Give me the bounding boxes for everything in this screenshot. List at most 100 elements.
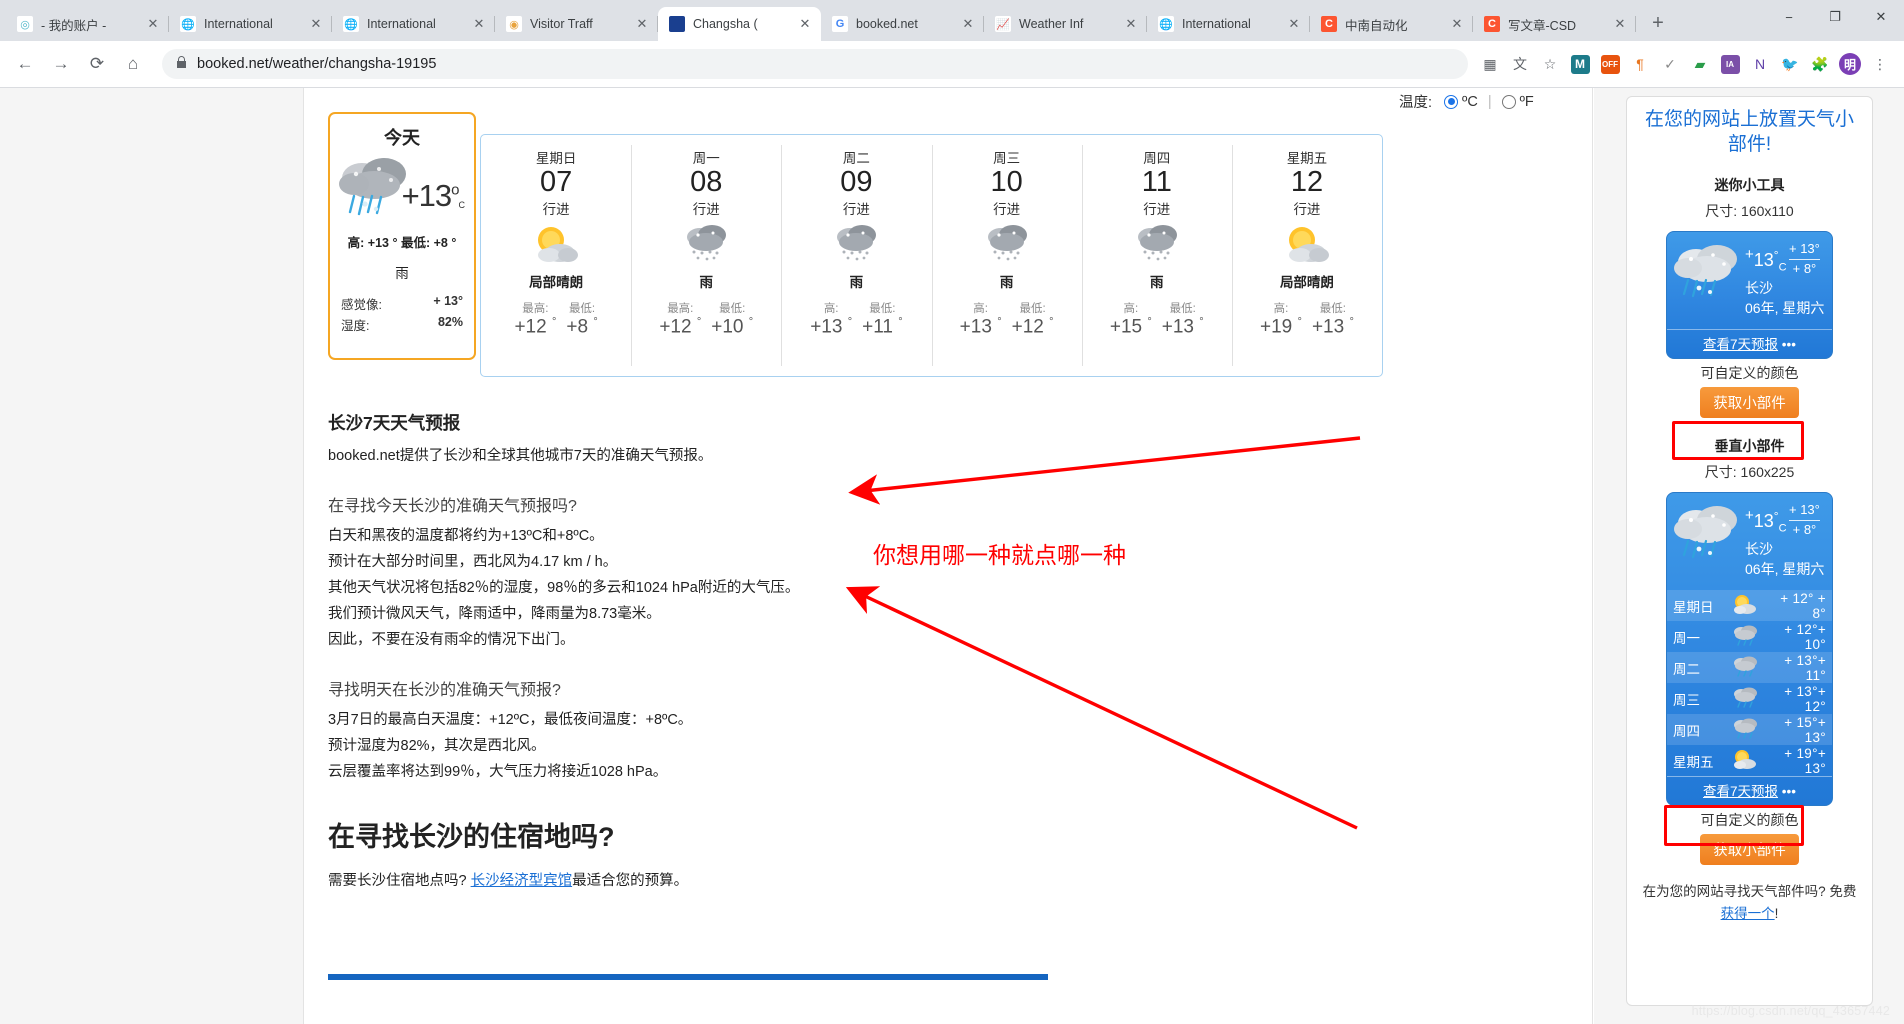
vertical-widget-preview[interactable]: +13°C + 13° + 8° 长沙 06年, 星期六 星期日+ 12° + … <box>1666 492 1833 806</box>
article-p3-3: 云层覆盖率将达到99％，大气压力将接近1028 hPa。 <box>328 759 1048 785</box>
back-button[interactable]: ← <box>10 49 40 79</box>
split-screen-icon[interactable]: ▦ <box>1476 50 1504 78</box>
tab-close-icon[interactable]: ✕ <box>308 16 324 32</box>
forecast-day-4[interactable]: 周四11行进雨高:+15 °最低:+13 ° <box>1082 135 1232 376</box>
tab-close-icon[interactable]: ✕ <box>1123 16 1139 32</box>
new-tab-button[interactable]: + <box>1644 10 1672 38</box>
forecast-day-2[interactable]: 周二09行进雨高:+13 °最低:+11 ° <box>781 135 931 376</box>
address-bar[interactable]: booked.net/weather/changsha-19195 <box>162 49 1468 79</box>
vertical-widget-date: 06年, 星期六 <box>1745 559 1824 579</box>
tab-close-icon[interactable]: ✕ <box>797 16 813 32</box>
unit-fahrenheit-option[interactable]: ºF <box>1502 94 1534 110</box>
toolbar-icons: ▦文☆MOFF¶✓▰IAN🐦🧩明⋮ <box>1476 50 1894 78</box>
tab-close-icon[interactable]: ✕ <box>1612 16 1628 32</box>
tab-close-icon[interactable]: ✕ <box>145 16 161 32</box>
forecast-low-label: 最低: <box>1012 300 1054 316</box>
extension-ia-icon[interactable]: IA <box>1716 50 1744 78</box>
today-feels-value: + 13° <box>433 294 463 313</box>
tab-close-icon[interactable]: ✕ <box>960 16 976 32</box>
today-temp-sign: + <box>402 178 419 213</box>
rain-cloud-icon <box>1725 686 1765 711</box>
fahrenheit-radio-icon[interactable] <box>1502 95 1516 109</box>
forecast-low-label: 最低: <box>1312 300 1354 316</box>
bookmark-star-icon[interactable]: ☆ <box>1536 50 1564 78</box>
google-icon: G <box>832 16 848 32</box>
minimize-button[interactable]: − <box>1766 0 1812 34</box>
mini-widget-current-temp: +13°C <box>1745 246 1787 274</box>
vertical-row-temps: + 15°+ 13° <box>1765 715 1826 745</box>
globe-icon: 🌐 <box>180 16 196 32</box>
unit-celsius-option[interactable]: ºC <box>1444 94 1478 110</box>
forecast-day-of-week: 周四 <box>1082 147 1232 167</box>
vertical-row-temps: + 13°+ 12° <box>1765 684 1826 714</box>
partly-sunny-icon <box>1232 221 1382 267</box>
forward-button[interactable]: → <box>46 49 76 79</box>
extension-bird-icon[interactable]: 🐦 <box>1776 50 1804 78</box>
tab-title: International <box>1182 17 1282 31</box>
extension-n-icon[interactable]: N <box>1746 50 1774 78</box>
article-p4-pre: 需要长沙住宿地点吗? <box>328 873 471 889</box>
get-one-free-link[interactable]: 获得一个 <box>1721 906 1775 921</box>
browser-tab-8[interactable]: C中南自动化✕ <box>1310 7 1473 41</box>
profile-avatar[interactable]: 明 <box>1836 50 1864 78</box>
extension-pilcrow-icon[interactable]: ¶ <box>1626 50 1654 78</box>
forecast-condition: 局部晴朗 <box>1232 271 1382 291</box>
extension-green-icon[interactable]: ▰ <box>1686 50 1714 78</box>
forecast-high-label: 高: <box>960 300 1002 316</box>
vertical-widget-footer-link[interactable]: 查看7天预报 ••• <box>1667 776 1832 805</box>
forecast-month: 行进 <box>1082 198 1232 218</box>
tab-close-icon[interactable]: ✕ <box>1449 16 1465 32</box>
extension-m-icon[interactable]: M <box>1566 50 1594 78</box>
forecast-day-of-week: 周三 <box>932 147 1082 167</box>
rain-cloud-icon <box>631 221 781 267</box>
tab-close-icon[interactable]: ✕ <box>1286 16 1302 32</box>
today-card[interactable]: 今天 <box>328 112 476 360</box>
forecast-day-3[interactable]: 周三10行进雨高:+13 °最低:+12 ° <box>932 135 1082 376</box>
forecast-day-0[interactable]: 星期日07行进局部晴朗最高:+12 °最低:+8 ° <box>481 135 631 376</box>
today-main: +13oC <box>330 154 474 228</box>
reload-button[interactable]: ⟳ <box>82 49 112 79</box>
browser-tab-3[interactable]: ◉Visitor Traff✕ <box>495 7 658 41</box>
forecast-day-5[interactable]: 星期五12行进局部晴朗高:+19 °最低:+13 ° <box>1232 135 1382 376</box>
unit-separator: | <box>1488 94 1492 110</box>
browser-tab-1[interactable]: 🌐International✕ <box>169 7 332 41</box>
budget-hotels-link[interactable]: 长沙经济型宾馆 <box>471 873 573 889</box>
translate-icon[interactable]: 文 <box>1506 50 1534 78</box>
changsha-icon <box>669 16 685 32</box>
forecast-high-value: +13 ° <box>960 316 1002 338</box>
article-h3: 寻找明天在长沙的准确天气预报? <box>328 676 1048 700</box>
mini-get-widget-button[interactable]: 获取小部件 <box>1700 387 1799 418</box>
browser-tab-7[interactable]: 🌐International✕ <box>1147 7 1310 41</box>
chrome-menu-icon[interactable]: ⋮ <box>1866 50 1894 78</box>
browser-tab-2[interactable]: 🌐International✕ <box>332 7 495 41</box>
forecast-day-of-week: 周一 <box>631 147 781 167</box>
today-deg: o <box>451 182 458 199</box>
browser-tab-5[interactable]: Gbooked.net✕ <box>821 7 984 41</box>
rain-cloud-icon <box>1671 240 1749 310</box>
vertical-widget-row-3: 周三+ 13°+ 12° <box>1667 683 1832 714</box>
extension-check-icon[interactable]: ✓ <box>1656 50 1684 78</box>
annotation-text: 你想用哪一种就点哪一种 <box>873 536 1126 570</box>
browser-tab-0[interactable]: ◎- 我的账户 -✕ <box>6 7 169 41</box>
vertical-widget-row-2: 周二+ 13°+ 11° <box>1667 652 1832 683</box>
article-h2: 在寻找今天长沙的准确天气预报吗? <box>328 492 1048 516</box>
celsius-radio-icon[interactable] <box>1444 95 1458 109</box>
close-window-button[interactable]: ✕ <box>1858 0 1904 34</box>
maximize-button[interactable]: ❐ <box>1812 0 1858 34</box>
browser-tab-9[interactable]: C写文章-CSD✕ <box>1473 7 1636 41</box>
vertical-row-temps: + 19°+ 13° <box>1765 746 1826 776</box>
forecast-day-1[interactable]: 周一08行进雨最高:+12 °最低:+10 ° <box>631 135 781 376</box>
mini-widget-footer-link[interactable]: 查看7天预报 ••• <box>1667 329 1832 358</box>
tab-close-icon[interactable]: ✕ <box>634 16 650 32</box>
browser-tab-6[interactable]: 📈Weather Inf✕ <box>984 7 1147 41</box>
tab-close-icon[interactable]: ✕ <box>471 16 487 32</box>
forecast-month: 行进 <box>932 198 1082 218</box>
window-controls: − ❐ ✕ <box>1766 0 1904 34</box>
mini-widget-preview[interactable]: +13°C + 13° + 8° 长沙 06年, 星期六 查看7天预报 ••• <box>1666 231 1833 359</box>
tab-title: 中南自动化 <box>1345 15 1445 34</box>
extensions-puzzle-icon[interactable]: 🧩 <box>1806 50 1834 78</box>
home-button[interactable]: ⌂ <box>118 49 148 79</box>
vertical-widget-row-1: 周一+ 12°+ 10° <box>1667 621 1832 652</box>
browser-tab-4[interactable]: Changsha (✕ <box>658 7 821 41</box>
extension-off-icon[interactable]: OFF <box>1596 50 1624 78</box>
